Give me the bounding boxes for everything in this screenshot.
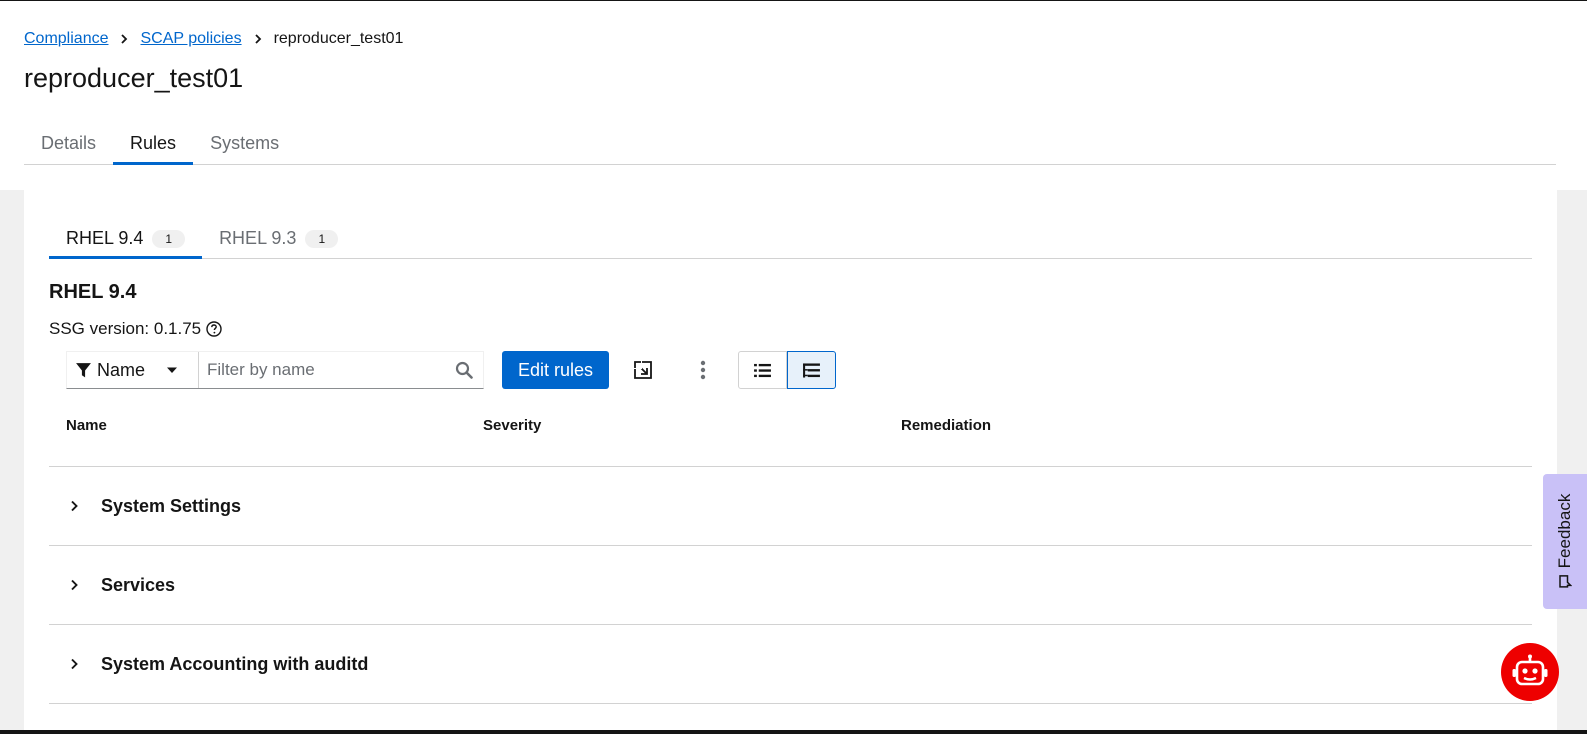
tab-label: RHEL 9.4 (66, 228, 144, 248)
feedback-tab[interactable]: Feedback (1543, 474, 1587, 609)
table-row[interactable]: Services (49, 546, 1532, 625)
filter-input-wrapper (199, 352, 483, 388)
bottom-border (0, 730, 1587, 734)
filter-attribute-select[interactable]: Name (67, 352, 199, 388)
group-label: Services (101, 574, 176, 595)
filter-icon (76, 362, 91, 377)
filter-by-name-input[interactable] (207, 360, 447, 380)
table-row[interactable]: System Settings (49, 467, 1532, 546)
table-header: Name Severity Remediation (49, 417, 1532, 467)
tab-label: RHEL 9.3 (219, 228, 297, 248)
chevron-right-icon (242, 34, 274, 44)
tree-view-toggle[interactable] (787, 351, 837, 389)
column-header-remediation[interactable]: Remediation (901, 417, 1201, 434)
breadcrumb-compliance-link[interactable]: Compliance (24, 30, 108, 48)
list-icon (754, 363, 771, 377)
tab-rules[interactable]: Rules (113, 123, 194, 165)
section-title: RHEL 9.4 (49, 281, 137, 303)
release-tabs: RHEL 9.4 1 RHEL 9.3 1 (49, 220, 1532, 259)
breadcrumb-scap-policies-link[interactable]: SCAP policies (140, 30, 241, 48)
list-view-toggle[interactable] (738, 351, 788, 389)
chatbot-launcher[interactable] (1501, 643, 1559, 701)
group-label: System Settings (101, 495, 242, 516)
caret-down-icon (167, 367, 178, 373)
ssg-version: SSG version: 0.1.75 (49, 319, 1532, 339)
count-badge: 1 (305, 230, 339, 248)
edit-rules-button[interactable]: Edit rules (502, 351, 610, 389)
tab-details[interactable]: Details (24, 123, 113, 164)
feedback-icon (1559, 575, 1572, 588)
filter-group: Name (66, 351, 484, 389)
filter-attribute-label: Name (97, 359, 146, 380)
tab-rhel-9-4[interactable]: RHEL 9.4 1 (49, 220, 203, 259)
kebab-menu-icon[interactable] (683, 351, 723, 389)
robot-icon (1512, 654, 1548, 686)
chevron-right-icon (108, 34, 140, 44)
toolbar: Name Edit rules (66, 351, 1532, 389)
export-icon[interactable] (623, 351, 663, 389)
breadcrumb-current: reproducer_test01 (273, 30, 404, 47)
feedback-label: Feedback (1555, 493, 1574, 569)
question-circle-icon[interactable] (206, 321, 222, 337)
table-row[interactable]: System Accounting with auditd (49, 625, 1532, 704)
chevron-right-icon[interactable] (49, 579, 99, 591)
tab-rhel-9-3[interactable]: RHEL 9.3 1 (202, 220, 355, 258)
tree-view-icon (803, 362, 820, 378)
breadcrumb: Compliance SCAP policies reproducer_test… (24, 1, 1563, 51)
view-toggle-group (738, 351, 837, 389)
chevron-right-icon[interactable] (49, 658, 99, 670)
rules-card: RHEL 9.4 1 RHEL 9.3 1 RHEL 9.4 SSG versi… (24, 190, 1557, 734)
column-header-name[interactable]: Name (49, 417, 483, 434)
chevron-right-icon[interactable] (49, 500, 99, 512)
main-tabs: Details Rules Systems (24, 123, 1556, 165)
page-header: Compliance SCAP policies reproducer_test… (0, 1, 1587, 190)
ssg-version-text: SSG version: 0.1.75 (49, 319, 202, 338)
tab-systems[interactable]: Systems (193, 123, 296, 164)
page-title: reproducer_test01 (24, 63, 244, 93)
search-icon[interactable] (455, 361, 473, 379)
feedback-content: Feedback (1555, 494, 1575, 589)
column-header-severity[interactable]: Severity (483, 417, 901, 434)
count-badge: 1 (152, 230, 186, 248)
group-label: System Accounting with auditd (101, 653, 369, 674)
